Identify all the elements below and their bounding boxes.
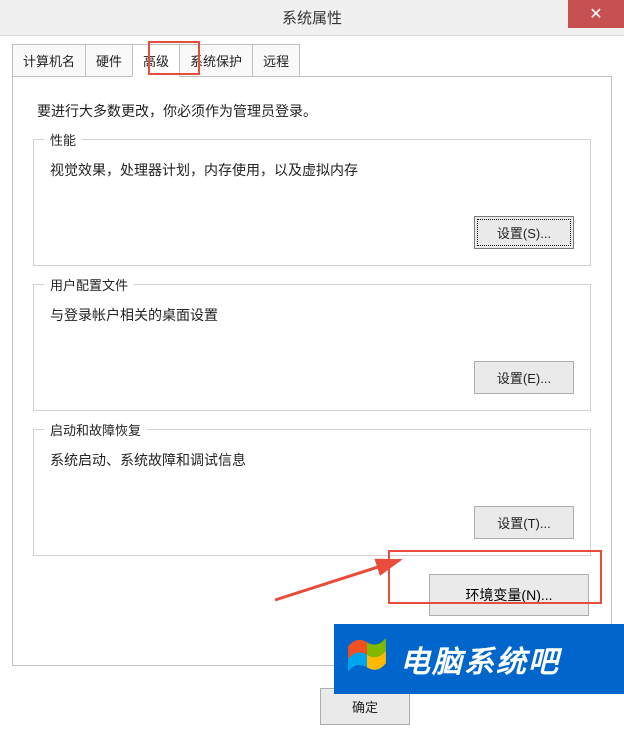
environment-variables-button[interactable]: 环境变量(N)...	[429, 574, 589, 616]
tab-computer-name[interactable]: 计算机名	[12, 44, 86, 77]
close-button[interactable]: ✕	[568, 0, 624, 28]
tab-panel-advanced: 要进行大多数更改，你必须作为管理员登录。 性能 视觉效果，处理器计划，内存使用，…	[12, 76, 612, 666]
performance-settings-button[interactable]: 设置(S)...	[474, 216, 574, 249]
tab-label: 系统保护	[190, 54, 242, 69]
group-user-profiles: 用户配置文件 与登录帐户相关的桌面设置 设置(E)...	[33, 284, 591, 411]
watermark-text: 电脑系统吧	[400, 637, 560, 681]
group-performance: 性能 视觉效果，处理器计划，内存使用，以及虚拟内存 设置(S)...	[33, 139, 591, 266]
tab-remote[interactable]: 远程	[252, 44, 300, 77]
profiles-settings-button[interactable]: 设置(E)...	[474, 361, 574, 394]
admin-required-text: 要进行大多数更改，你必须作为管理员登录。	[37, 101, 591, 121]
group-desc: 视觉效果，处理器计划，内存使用，以及虚拟内存	[50, 160, 574, 180]
tab-hardware[interactable]: 硬件	[85, 44, 133, 77]
group-title: 用户配置文件	[44, 275, 134, 294]
close-icon: ✕	[589, 4, 602, 24]
group-title: 启动和故障恢复	[44, 420, 147, 439]
tab-strip: 计算机名 硬件 高级 系统保护 远程	[12, 44, 612, 77]
startup-settings-button[interactable]: 设置(T)...	[474, 506, 574, 539]
titlebar: 系统属性 ✕	[0, 0, 624, 36]
tab-label: 硬件	[96, 54, 122, 69]
tab-label: 高级	[143, 54, 169, 69]
tab-advanced[interactable]: 高级	[132, 44, 180, 77]
tab-label: 计算机名	[23, 54, 75, 69]
env-button-row: 环境变量(N)...	[33, 574, 591, 616]
windows-logo-icon	[346, 638, 388, 680]
tab-system-protection[interactable]: 系统保护	[179, 44, 253, 77]
group-desc: 系统启动、系统故障和调试信息	[50, 450, 574, 470]
group-desc: 与登录帐户相关的桌面设置	[50, 305, 574, 325]
group-title: 性能	[44, 130, 82, 149]
window-title: 系统属性	[282, 7, 342, 28]
watermark-banner: 电脑系统吧	[334, 624, 624, 694]
tab-label: 远程	[263, 54, 289, 69]
group-startup-recovery: 启动和故障恢复 系统启动、系统故障和调试信息 设置(T)...	[33, 429, 591, 556]
